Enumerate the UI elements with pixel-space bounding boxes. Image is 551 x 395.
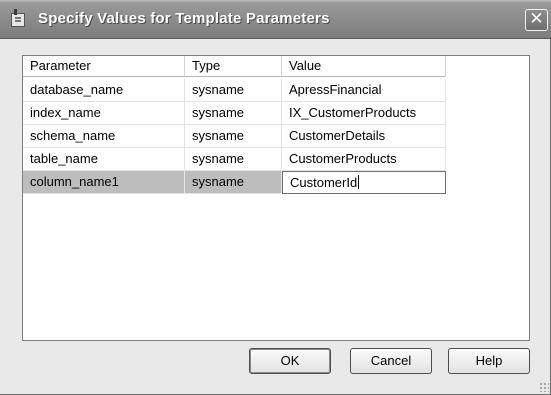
table-row[interactable]: database_name sysname ApressFinancial	[23, 79, 446, 102]
value-cell[interactable]: IX_CustomerProducts	[282, 102, 446, 125]
close-icon: ✕	[529, 9, 544, 29]
table-row[interactable]: schema_name sysname CustomerDetails	[23, 125, 446, 148]
column-header-type[interactable]: Type	[185, 56, 282, 77]
table-row[interactable]: index_name sysname IX_CustomerProducts	[23, 102, 446, 125]
type-cell[interactable]: sysname	[185, 125, 282, 148]
template-parameters-dialog: Specify Values for Template Parameters ✕…	[0, 0, 551, 395]
type-cell[interactable]: sysname	[185, 102, 282, 125]
parameter-cell[interactable]: table_name	[23, 148, 185, 171]
parameter-cell[interactable]: database_name	[23, 79, 185, 102]
cancel-button[interactable]: Cancel	[350, 348, 432, 374]
value-cell[interactable]: CustomerProducts	[282, 148, 446, 171]
table-row-selected[interactable]: column_name1 sysname CustomerId	[23, 171, 446, 194]
table-row[interactable]: table_name sysname CustomerProducts	[23, 148, 446, 171]
parameter-cell[interactable]: column_name1	[23, 171, 185, 194]
value-edit-text[interactable]: CustomerId	[290, 175, 357, 190]
column-header-parameter[interactable]: Parameter	[23, 56, 185, 77]
text-caret	[358, 175, 360, 189]
value-cell[interactable]: CustomerDetails	[282, 125, 446, 148]
help-button[interactable]: Help	[448, 348, 530, 374]
parameter-cell[interactable]: index_name	[23, 102, 185, 125]
value-cell[interactable]: ApressFinancial	[282, 79, 446, 102]
type-cell[interactable]: sysname	[185, 79, 282, 102]
type-cell[interactable]: sysname	[185, 171, 282, 194]
type-cell[interactable]: sysname	[185, 148, 282, 171]
parameters-grid[interactable]: Parameter Type Value database_name sysna…	[22, 55, 530, 341]
title-bar[interactable]: Specify Values for Template Parameters ✕	[0, 0, 551, 39]
ok-button[interactable]: OK	[249, 348, 331, 374]
app-icon[interactable]	[11, 9, 25, 27]
resize-grip-icon[interactable]	[539, 382, 549, 392]
grid-header-row: Parameter Type Value	[23, 56, 446, 77]
column-header-value[interactable]: Value	[282, 56, 446, 77]
parameter-cell[interactable]: schema_name	[23, 125, 185, 148]
window-title: Specify Values for Template Parameters	[38, 10, 330, 27]
close-button[interactable]: ✕	[525, 9, 548, 31]
value-edit-field[interactable]: CustomerId	[282, 171, 446, 194]
